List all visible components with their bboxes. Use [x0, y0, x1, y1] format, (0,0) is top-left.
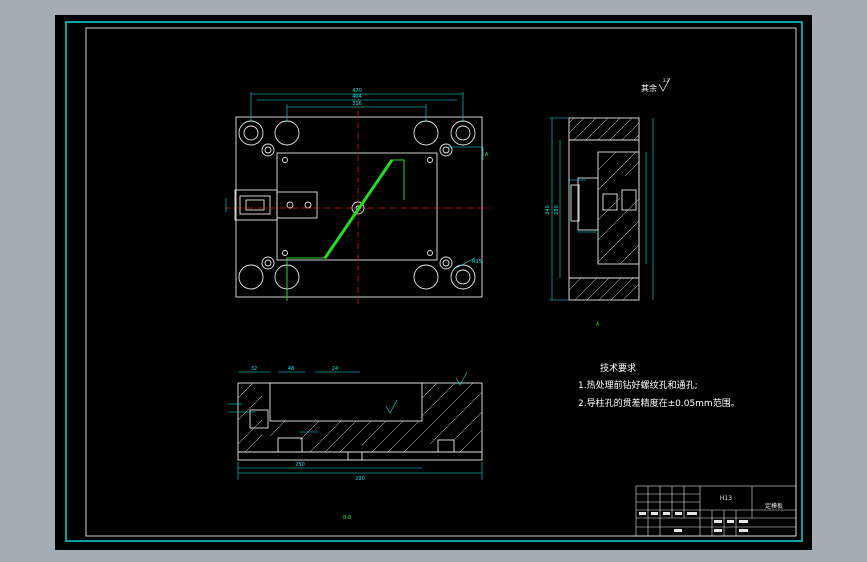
notes-line-1: 1.热处理前钻好螺纹孔和通孔; — [578, 379, 698, 391]
dim-side-height: 340 — [545, 205, 551, 215]
dim-front-depth: 250 — [295, 462, 305, 468]
dim-top-center: 316 — [352, 101, 362, 107]
title-block-material: H13 — [720, 495, 732, 502]
notes-title: 技术要求 — [600, 362, 636, 374]
section-label-a: A — [485, 152, 489, 158]
dim-front-t2: 48 — [288, 366, 294, 372]
cad-drawing: 470 404 316 A R15 340 280 A 其余 3.2 290 2… — [55, 15, 812, 550]
dim-side-h2: 280 — [554, 205, 560, 215]
view-label-b: B-B — [343, 515, 352, 521]
dim-top-inner: 404 — [352, 94, 362, 100]
roughness-value: 3.2 — [663, 78, 670, 83]
roughness-note: 其余 — [641, 83, 657, 93]
notes-line-2: 2.导柱孔的贯差精度在±0.05mm范围。 — [578, 397, 740, 409]
dim-front-t1: 32 — [251, 366, 257, 372]
view-label-a: A — [596, 322, 600, 328]
dim-front-t3: 24 — [332, 366, 338, 372]
dim-front-width: 290 — [355, 476, 365, 482]
title-block-part-name: 定模板 — [765, 502, 783, 510]
dim-radius: R15 — [472, 259, 482, 265]
drawing-canvas — [55, 15, 812, 550]
